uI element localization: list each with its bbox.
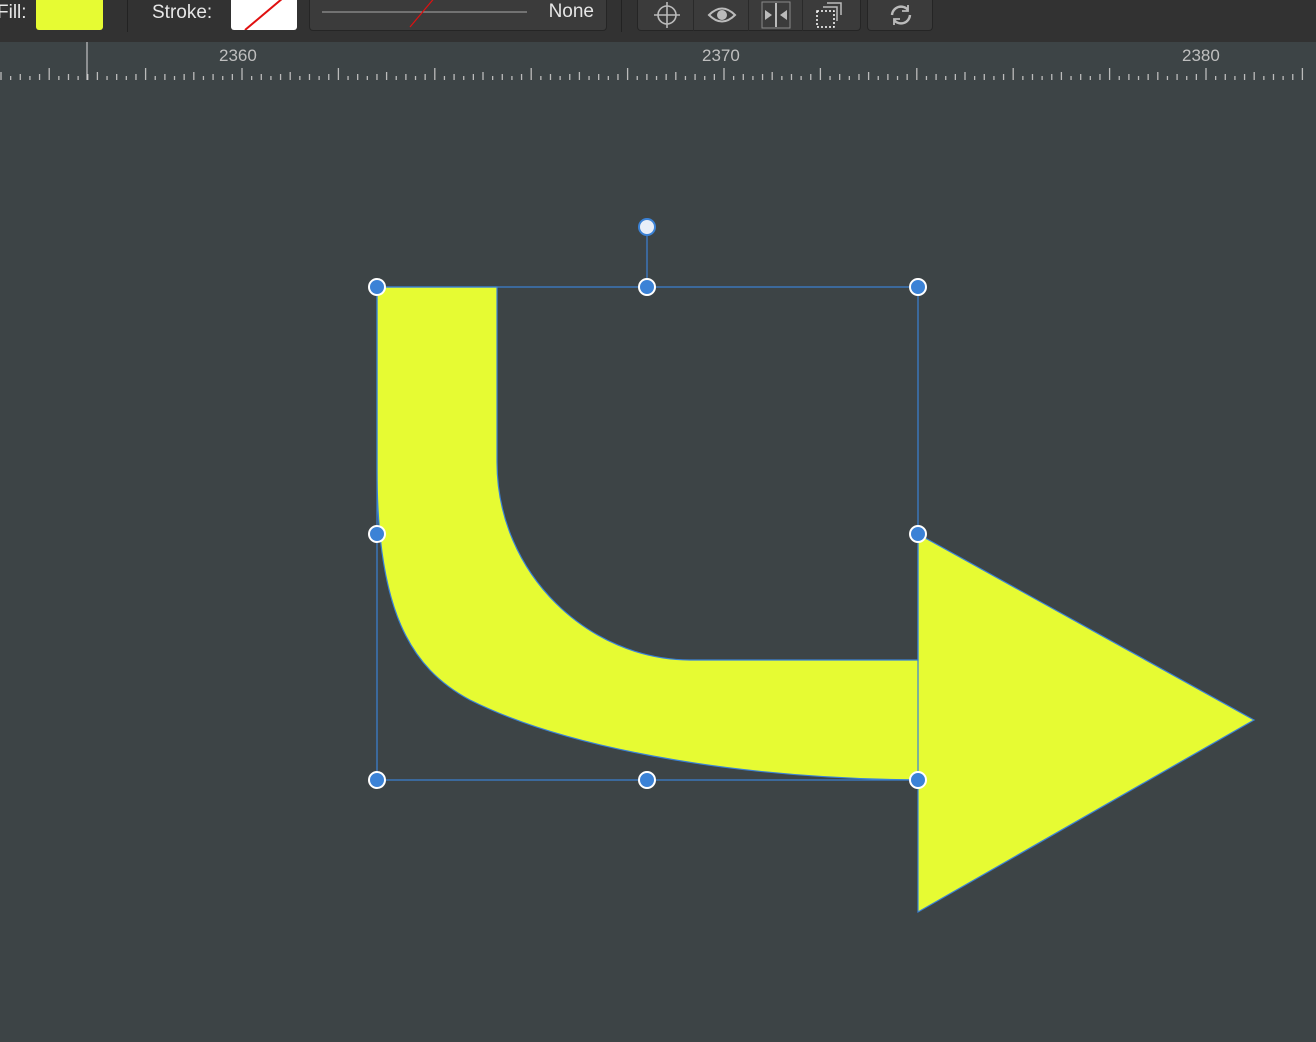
resize-handle[interactable] <box>638 278 656 296</box>
resize-handle[interactable] <box>368 771 386 789</box>
canvas[interactable] <box>0 0 1316 1042</box>
resize-handle[interactable] <box>368 278 386 296</box>
resize-handle[interactable] <box>909 525 927 543</box>
resize-handle[interactable] <box>638 771 656 789</box>
resize-handle[interactable] <box>909 771 927 789</box>
resize-handle[interactable] <box>909 278 927 296</box>
curved-arrow-shape[interactable] <box>376 286 1256 914</box>
rotation-handle[interactable] <box>638 218 656 236</box>
resize-handle[interactable] <box>368 525 386 543</box>
